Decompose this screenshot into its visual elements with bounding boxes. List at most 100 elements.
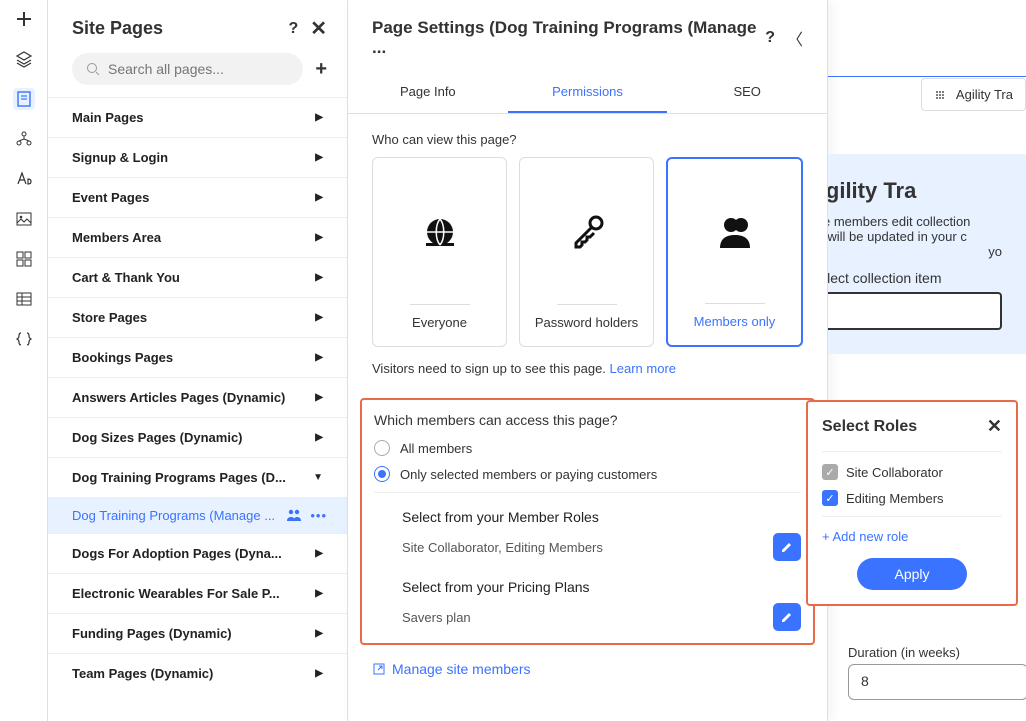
close-icon[interactable]: ✕ <box>987 416 1002 437</box>
site-pages-panel: Site Pages ? ✕ + Main Pages▶ Signup & Lo… <box>48 0 348 721</box>
duration-field: Duration (in weeks) 8 <box>848 645 1026 700</box>
role-row-editing-members[interactable]: ✓ Editing Members <box>822 490 1002 506</box>
chevron-right-icon: ▶ <box>315 112 323 123</box>
breadcrumb-pill[interactable]: Agility Tra <box>921 78 1026 111</box>
which-members-label: Which members can access this page? <box>374 412 801 428</box>
tab-page-info[interactable]: Page Info <box>348 72 508 113</box>
collection-select[interactable] <box>828 292 1002 330</box>
edit-roles-button[interactable] <box>773 533 801 561</box>
plus-icon[interactable] <box>13 8 35 30</box>
permission-cards: Everyone Password holders Members only <box>348 157 827 347</box>
breadcrumb-label: Agility Tra <box>956 87 1013 102</box>
radio-all-members[interactable]: All members <box>374 440 801 456</box>
category-signup-login[interactable]: Signup & Login▶ <box>48 137 347 177</box>
chevron-right-icon: ▶ <box>315 548 323 559</box>
page-settings-panel: Page Settings (Dog Training Programs (Ma… <box>348 0 828 721</box>
category-dog-sizes-dynamic[interactable]: Dog Sizes Pages (Dynamic)▶ <box>48 417 347 457</box>
learn-more-link[interactable]: Learn more <box>610 361 676 376</box>
categories-list: Main Pages▶ Signup & Login▶ Event Pages▶… <box>48 97 347 693</box>
apply-button[interactable]: Apply <box>857 558 967 590</box>
category-dog-training-dynamic[interactable]: Dog Training Programs Pages (D...▼ <box>48 457 347 497</box>
category-wearables-dynamic[interactable]: Electronic Wearables For Sale P...▶ <box>48 573 347 613</box>
add-new-role-link[interactable]: + Add new role <box>822 516 1002 544</box>
chevron-right-icon: ▶ <box>315 272 323 283</box>
chevron-right-icon: ▶ <box>315 232 323 243</box>
help-icon[interactable]: ? <box>288 20 298 38</box>
page-item-dog-training-manage[interactable]: Dog Training Programs (Manage ... ••• <box>48 497 347 533</box>
help-icon[interactable]: ? <box>765 29 775 47</box>
who-can-view-label: Who can view this page? <box>348 114 827 157</box>
tab-permissions[interactable]: Permissions <box>508 72 668 113</box>
signup-note: Visitors need to sign up to see this pag… <box>348 347 827 390</box>
select-roles-title: Select Roles <box>822 418 917 436</box>
canvas-area: Agility Tra Agility Tra site members edi… <box>828 0 1026 721</box>
category-cart-thankyou[interactable]: Cart & Thank You▶ <box>48 257 347 297</box>
chevron-down-icon: ▼ <box>313 472 323 483</box>
hero-title: Agility Tra <box>828 178 1002 204</box>
drag-handle-icon <box>934 89 946 101</box>
role-row-site-collaborator[interactable]: ✓ Site Collaborator <box>822 451 1002 480</box>
page-icon[interactable] <box>13 88 35 110</box>
role-label: Editing Members <box>846 491 944 506</box>
perm-card-password[interactable]: Password holders <box>519 157 654 347</box>
edit-plans-button[interactable] <box>773 603 801 631</box>
close-icon[interactable]: ✕ <box>310 16 327 41</box>
select-roles-popover: Select Roles ✕ ✓ Site Collaborator ✓ Edi… <box>806 400 1018 606</box>
category-store-pages[interactable]: Store Pages▶ <box>48 297 347 337</box>
more-icon[interactable]: ••• <box>310 508 327 523</box>
search-icon <box>86 62 100 76</box>
chevron-right-icon: ▶ <box>315 312 323 323</box>
category-funding-dynamic[interactable]: Funding Pages (Dynamic)▶ <box>48 613 347 653</box>
external-link-icon <box>372 662 386 676</box>
key-icon <box>568 213 606 251</box>
table-icon[interactable] <box>13 288 35 310</box>
chevron-right-icon: ▶ <box>315 668 323 679</box>
member-icon <box>716 214 754 252</box>
category-bookings-pages[interactable]: Bookings Pages▶ <box>48 337 347 377</box>
manage-site-members-link[interactable]: Manage site members <box>348 645 827 693</box>
chevron-right-icon: ▶ <box>315 588 323 599</box>
widgets-icon[interactable] <box>13 248 35 270</box>
pricing-plans-value: Savers plan <box>402 610 471 625</box>
category-members-area[interactable]: Members Area▶ <box>48 217 347 257</box>
perm-label: Password holders <box>535 315 638 330</box>
chevron-right-icon: ▶ <box>315 352 323 363</box>
category-event-pages[interactable]: Event Pages▶ <box>48 177 347 217</box>
collection-label: Select collection item <box>828 270 1002 286</box>
globe-icon <box>421 213 459 251</box>
hero-text: site members edit collectiones will be u… <box>828 214 1002 244</box>
sitemap-icon[interactable] <box>13 128 35 150</box>
duration-input[interactable]: 8 <box>848 664 1026 700</box>
members-icon <box>286 508 302 522</box>
category-answers-dynamic[interactable]: Answers Articles Pages (Dynamic)▶ <box>48 377 347 417</box>
radio-icon <box>374 440 390 456</box>
member-roles-value: Site Collaborator, Editing Members <box>402 540 603 555</box>
category-team-dynamic[interactable]: Team Pages (Dynamic)▶ <box>48 653 347 693</box>
member-roles-title: Select from your Member Roles <box>402 509 801 525</box>
duration-label: Duration (in weeks) <box>848 645 1026 660</box>
chevron-right-icon: ▶ <box>315 152 323 163</box>
member-access-section: Which members can access this page? All … <box>360 398 815 645</box>
search-input-wrapper[interactable] <box>72 53 303 85</box>
category-main-pages[interactable]: Main Pages▶ <box>48 97 347 137</box>
perm-label: Members only <box>694 314 776 329</box>
category-dogs-adoption-dynamic[interactable]: Dogs For Adoption Pages (Dyna...▶ <box>48 533 347 573</box>
chevron-right-icon: ▶ <box>315 432 323 443</box>
perm-card-everyone[interactable]: Everyone <box>372 157 507 347</box>
layers-icon[interactable] <box>13 48 35 70</box>
role-label: Site Collaborator <box>846 465 943 480</box>
tab-seo[interactable]: SEO <box>667 72 827 113</box>
checkbox-locked-icon: ✓ <box>822 464 838 480</box>
font-icon[interactable] <box>13 168 35 190</box>
pricing-plans-title: Select from your Pricing Plans <box>402 579 801 595</box>
page-settings-title: Page Settings (Dog Training Programs (Ma… <box>372 18 765 58</box>
radio-icon <box>374 466 390 482</box>
search-input[interactable] <box>108 61 289 77</box>
add-page-icon[interactable]: + <box>315 58 327 81</box>
settings-tabs: Page Info Permissions SEO <box>348 72 827 114</box>
image-icon[interactable] <box>13 208 35 230</box>
code-braces-icon[interactable] <box>13 328 35 350</box>
back-icon[interactable]: 〈 <box>787 26 803 50</box>
perm-card-members[interactable]: Members only <box>666 157 803 347</box>
radio-selected-members[interactable]: Only selected members or paying customer… <box>374 466 801 482</box>
